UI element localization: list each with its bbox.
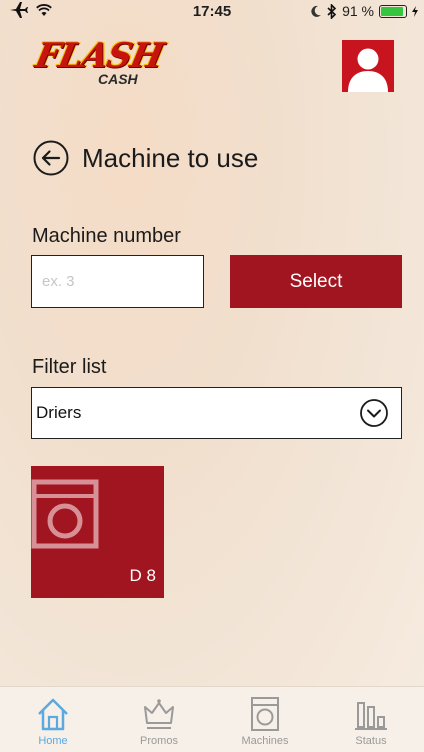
user-icon [348,48,388,92]
arrow-left-circle-icon[interactable] [32,139,70,177]
tab-label-promos: Promos [140,735,178,747]
tab-machines[interactable]: Machines [220,687,310,752]
battery-fill [381,6,403,16]
battery-icon [379,4,407,18]
bar-chart-icon [355,702,387,730]
washing-machine-icon [31,479,99,549]
washing-machine-icon [251,697,279,731]
machine-label: D 8 [129,566,156,585]
tab-promos[interactable]: Promos [114,687,204,752]
home-icon [38,698,68,731]
filter-dropdown[interactable]: Driers [31,387,402,439]
tab-label-home: Home [38,735,68,747]
page-header: Machine to use [32,139,258,177]
status-bar: 17:45 91 % [0,0,424,22]
bluetooth-icon [327,3,337,19]
filter-list-label: Filter list [32,356,107,378]
machine-number-label: Machine number [32,225,181,247]
tab-bar: Home Promos Machines Status [0,686,424,752]
select-button[interactable]: Select [230,255,402,308]
app-logo: FLASH CASH [32,36,196,94]
crown-icon [144,699,174,729]
tab-label-status: Status [355,735,387,747]
machine-number-input[interactable] [31,255,204,308]
status-right: 91 % [311,3,418,19]
machine-tile[interactable]: D 8 [31,466,164,598]
logo-subtext: CASH [98,71,138,87]
charging-icon [412,5,418,17]
tab-status[interactable]: Status [326,687,416,752]
page-title: Machine to use [82,142,259,173]
tab-home[interactable]: Home [8,687,98,752]
tab-label-machines: Machines [241,735,289,747]
chevron-down-circle-icon [360,399,388,427]
logo-text: FLASH [31,36,167,76]
moon-icon [311,5,322,17]
battery-percent: 91 % [342,3,374,19]
filter-selected-value: Driers [36,403,82,422]
profile-button[interactable] [342,40,394,92]
